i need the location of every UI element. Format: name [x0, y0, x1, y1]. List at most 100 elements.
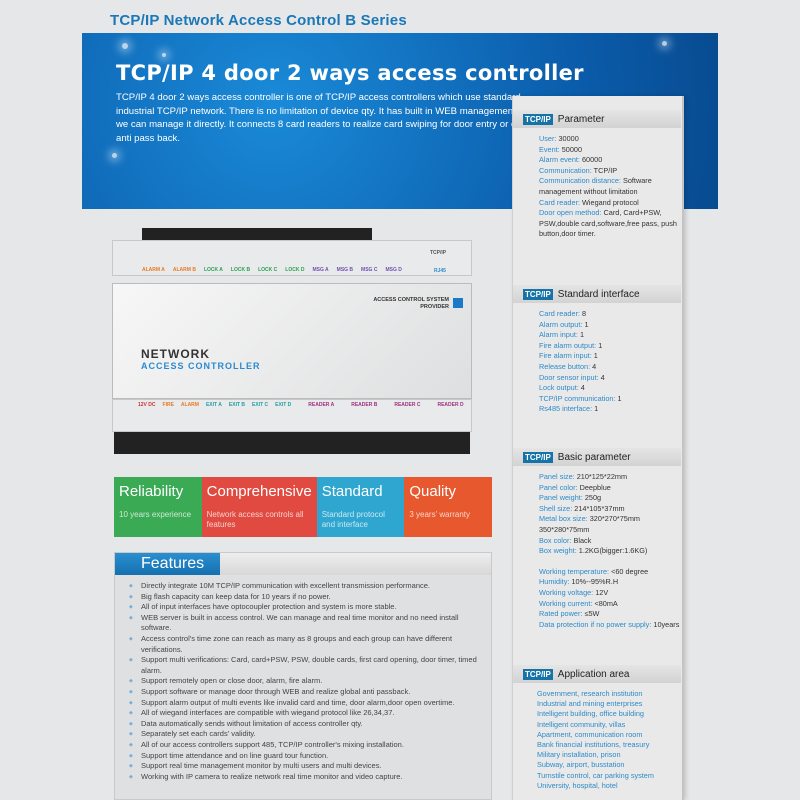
bottom-port-label: READER D [437, 402, 464, 408]
bottom-port-label: ALARM [180, 402, 199, 408]
spec-row: Alarm input: 1 [539, 330, 681, 341]
sparkle [112, 153, 117, 158]
spec-section-basic: TCP/IP Basic parameter Panel size: 210*125… [513, 448, 681, 630]
feature-item: Separately set each cards' validity. [127, 729, 489, 740]
spec-value: 4 [580, 383, 585, 393]
top-port-label: MSG A [312, 267, 329, 273]
spec-section-title: Application area [557, 668, 630, 680]
spec-value: <80mA [594, 598, 618, 608]
spec-value: Deepblue [579, 482, 611, 492]
spec-key: Card reader: [539, 197, 580, 207]
spec-row: Humidity: 10%--95%R.H [539, 577, 681, 588]
tcpip-logo-icon: TCP/IP [523, 668, 553, 680]
highlight-card: Reliability 10 years experience [114, 477, 202, 537]
provider-logo-square [453, 298, 463, 308]
bottom-port-label: FIRE [162, 402, 174, 408]
spec-key: Rated power: [539, 609, 583, 619]
application-item: Intelligent community, villas [537, 719, 626, 729]
spec-key: Working voltage: [539, 587, 594, 597]
spec-key: Working current: [539, 598, 593, 608]
application-item: Government, research institution [537, 689, 643, 698]
spec-value: 1 [617, 393, 622, 403]
highlight-card: Standard Standard protocol and interface [316, 477, 405, 537]
bottom-port-label: READER B [351, 402, 378, 408]
spec-row: Panel color: Deepblue [539, 483, 681, 494]
highlight-card: Quality 3 years' warranty [404, 477, 492, 537]
highlight-card-title: Reliability [119, 483, 184, 500]
spec-section-interface: TCP/IP Standard interface Card reader: 8 Al… [513, 285, 681, 415]
spec-row: Working voltage: 12V [539, 588, 681, 599]
spec-value: 30000 [558, 134, 579, 143]
spec-value: Wiegand protocol [582, 197, 639, 207]
spec-key: Panel color: [539, 482, 578, 492]
page-header-title: TCP/IP Network Access Control B Series [110, 12, 407, 29]
top-port-label: MSG B [336, 267, 354, 273]
port-sub-label: RJ45 [434, 268, 446, 274]
bottom-port-label: 12V DC [138, 402, 156, 408]
spec-section-header: TCP/IP Application area [513, 665, 681, 683]
provider-text: ACCESS CONTROL SYSTEM PROVIDER [373, 297, 449, 310]
feature-item: All of input interfaces have optocoupler… [127, 602, 489, 613]
tcpip-logo-icon: TCP/IP [523, 113, 553, 125]
spec-key: Rs485 interface: [539, 404, 593, 414]
spec-key: Door sensor input: [539, 372, 599, 382]
spec-key: Humidity: [539, 577, 570, 587]
feature-item: Support alarm output of multi events lik… [127, 698, 489, 709]
spec-key: Metal box size: [539, 514, 588, 524]
spec-row: Door open method: Card, Card+PSW, PSW,do… [539, 208, 681, 240]
highlight-card-title: Standard [321, 483, 383, 500]
features-list: Directly integrate 10M TCP/IP communicat… [127, 581, 489, 782]
spec-row: Fire alarm input: 1 [539, 351, 681, 362]
bottom-port-label: EXIT C [252, 402, 269, 408]
spec-row: User: 30000 [539, 134, 681, 145]
bottom-port-label: READER C [394, 402, 421, 408]
spec-value: 1 [579, 330, 585, 340]
spec-section-header: TCP/IP Parameter [513, 110, 681, 128]
feature-item: Data automatically sends without limitat… [127, 719, 489, 730]
spec-value: 50000 [561, 144, 583, 154]
feature-item: All of our access controllers support 48… [127, 740, 489, 751]
highlight-card-subtitle: Network access controls all features [206, 510, 304, 529]
spec-value: 10years [653, 619, 680, 629]
spec-value: 1 [598, 340, 603, 350]
spec-key: Alarm event: [539, 155, 580, 165]
top-port-label: LOCK B [230, 267, 251, 273]
spec-value: 1 [584, 319, 589, 329]
spec-panel: TCP/IP Parameter User: 30000 Event: 50000 Al… [512, 96, 684, 800]
spec-row: Rs485 interface: 1 [539, 404, 681, 415]
product-description: TCP/IP 4 door 2 ways access controller i… [116, 92, 545, 144]
spec-key: Fire alarm output: [539, 340, 597, 350]
sparkle [162, 53, 166, 57]
top-port-label: MSG D [385, 267, 402, 273]
spec-key: User: [539, 134, 557, 143]
feature-item: Big flash capacity can keep data for 10 … [127, 592, 489, 603]
bottom-port-label: EXIT D [275, 402, 292, 408]
highlight-card: Comprehensive Network access controls all… [201, 477, 317, 537]
spec-section-title: Basic parameter [557, 451, 631, 463]
spec-row: Release button: 4 [539, 362, 681, 373]
spec-row: Panel weight: 250g [539, 493, 681, 504]
spec-key: Working temperature: [539, 566, 610, 576]
spec-row: Communication: TCP/IP [539, 166, 681, 177]
spec-key: Fire alarm input: [539, 351, 592, 361]
tcpip-logo-icon: TCP/IP [523, 451, 553, 463]
spec-value: ≤5W [584, 609, 600, 619]
tcpip-logo-icon: TCP/IP [523, 288, 553, 300]
spec-section-title: Standard interface [557, 288, 640, 300]
spec-value: 60000 [582, 155, 603, 165]
feature-item: WEB server is built in access control. W… [127, 613, 489, 634]
spec-row: Alarm output: 1 [539, 320, 681, 331]
spec-value: 8 [582, 309, 587, 318]
highlight-card-subtitle: 10 years experience [119, 510, 192, 519]
highlight-card-title: Quality [409, 483, 457, 500]
spec-value: 1.2KG(bigger:1.6KG) [578, 546, 648, 556]
spec-row: Panel size: 210*125*22mm [539, 472, 681, 483]
spec-row: Box color: Black [539, 536, 681, 547]
spec-row: Data protection if no power supply: 10ye… [539, 620, 681, 631]
spec-value: 4 [600, 372, 605, 382]
feature-item: Support real time management monitor by … [127, 761, 489, 772]
spec-row: Door sensor input: 4 [539, 373, 681, 384]
top-port-label: ALARM B [172, 267, 196, 273]
spec-value: TCP/IP [593, 165, 618, 175]
application-list: Government, research institution Industri… [513, 683, 681, 791]
